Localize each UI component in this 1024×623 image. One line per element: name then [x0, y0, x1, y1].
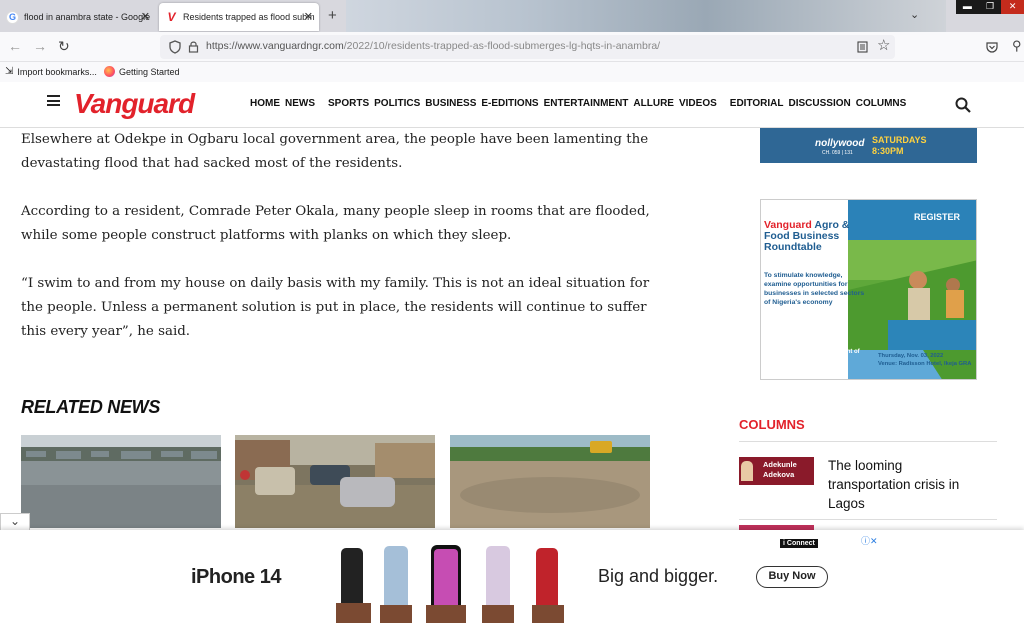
nollywood-ad[interactable]: nollywood CH. 059 | 131 SATURDAYS 8:30PM — [760, 128, 977, 163]
related-news-thumbnail[interactable] — [450, 435, 650, 528]
list-tabs-icon[interactable]: ⌄ — [910, 8, 919, 21]
import-icon: ⇲ — [5, 66, 14, 77]
menu-icon[interactable] — [47, 95, 60, 106]
nav-sports[interactable]: SPORTS — [328, 98, 369, 109]
restore-icon[interactable]: ❐ — [979, 0, 1002, 14]
article-body: Elsewhere at Odekpe in Ogbaru local gove… — [21, 128, 651, 368]
bookmark-label: Getting Started — [119, 66, 180, 77]
search-icon[interactable] — [955, 97, 971, 113]
tab-google[interactable]: G flood in anambra state - Google ✕ — [0, 3, 156, 31]
collapse-ad-icon[interactable]: ⌄ — [0, 513, 30, 530]
nav-entertainment[interactable]: ENTERTAINMENT — [544, 98, 629, 109]
nav-videos[interactable]: VIDEOS — [679, 98, 717, 109]
bookmark-label: Import bookmarks... — [17, 66, 97, 77]
ad-theme-label: Theme: — [783, 336, 808, 343]
ad-date-venue: Thursday, Nov. 03, 2022 Venue: Radisson H… — [878, 353, 976, 368]
lock-icon[interactable] — [188, 40, 199, 53]
ad-product: iPhone 14 — [191, 566, 281, 589]
main-nav: HOME NEWS SPORTS POLITICS BUSINESS E-EDI… — [250, 98, 911, 109]
ad-channel-number: CH. 059 | 131 — [822, 150, 853, 156]
ad-title: Vanguard Agro & Food Business Roundtable — [764, 220, 864, 253]
flood-image — [21, 435, 221, 528]
nav-columns[interactable]: COLUMNS — [856, 98, 907, 109]
navigation-toolbar: ← → ↻ https://www.vanguardngr.com/2022/1… — [0, 32, 1024, 62]
bottom-banner-ad[interactable]: iPhone 14 Big and bigger. Buy Now i Conn… — [0, 530, 1024, 623]
ad-theme: Incentives for the development of Nigeri… — [764, 349, 860, 371]
ad-venue: Venue: Radisson Hotel, Ikeja GRA — [878, 360, 972, 367]
related-news-heading: RELATED NEWS — [21, 397, 161, 417]
tab-bar: G flood in anambra state - Google ✕ V Re… — [0, 0, 1024, 32]
nav-business[interactable]: BUSINESS — [425, 98, 476, 109]
ad-day: SATURDAYS — [872, 135, 927, 145]
column-thumbnail[interactable]: Adekunle Adekova — [739, 457, 814, 485]
ad-tagline: Big and bigger. — [598, 566, 719, 586]
shield-icon[interactable] — [169, 40, 181, 54]
bookmark-import[interactable]: ⇲ Import bookmarks... — [5, 66, 97, 77]
bookmark-star-icon[interactable]: ☆ — [877, 36, 890, 54]
ad-choices-icon[interactable]: ⓘ✕ — [861, 534, 878, 547]
url-host: https://www.vanguardngr.com — [206, 40, 344, 52]
window-close-icon[interactable]: ✕ — [1001, 0, 1024, 14]
buy-now-button[interactable]: Buy Now — [756, 566, 828, 588]
iphones-image — [336, 545, 564, 623]
ad-time: 8:30PM — [872, 146, 904, 156]
nav-e-editions[interactable]: E-EDITIONS — [481, 98, 538, 109]
close-tab-icon[interactable]: ✕ — [304, 10, 313, 23]
flooded-street-image — [235, 435, 435, 528]
column-title[interactable]: The looming transportation crisis in Lag… — [828, 456, 988, 513]
nav-news[interactable]: NEWS — [285, 98, 315, 109]
iphone-ad[interactable]: iPhone 14 Big and bigger. Buy Now i Conn… — [146, 533, 878, 623]
article-paragraph: “I swim to and from my house on daily ba… — [21, 276, 650, 339]
divider — [739, 441, 997, 442]
bookmark-getting-started[interactable]: Getting Started — [104, 66, 180, 77]
tab-vanguard[interactable]: V Residents trapped as flood subm ✕ — [159, 3, 319, 31]
article-paragraph: Elsewhere at Odekpe in Ogbaru local gove… — [21, 132, 649, 171]
divider — [739, 519, 997, 520]
tab-title: flood in anambra state - Google — [24, 12, 151, 22]
site-logo[interactable]: Vanguard — [74, 88, 195, 120]
google-icon: G — [6, 10, 19, 24]
ad-partner: i Connect — [780, 539, 818, 548]
related-news-thumbnail[interactable] — [21, 435, 221, 528]
waterlogged-road-image — [450, 435, 650, 528]
agro-roundtable-ad[interactable]: REGISTER Vanguard Agro & Food Business R… — [760, 199, 977, 380]
columns-heading: COLUMNS — [739, 417, 805, 432]
new-tab-icon[interactable]: + — [328, 7, 337, 24]
reload-icon[interactable]: ↻ — [58, 38, 70, 55]
related-news-thumbnail[interactable] — [235, 435, 435, 528]
extensions-icon[interactable]: ⚲ — [1012, 38, 1022, 54]
site-header: Vanguard HOME NEWS SPORTS POLITICS BUSIN… — [0, 82, 1024, 128]
window-controls: ▬ ❐ ✕ — [956, 0, 1024, 14]
url-text: https://www.vanguardngr.com/2022/10/resi… — [206, 40, 660, 52]
tab-title: Residents trapped as flood subm — [183, 12, 315, 22]
nav-home[interactable]: HOME — [250, 98, 280, 109]
bookmarks-toolbar: ⇲ Import bookmarks... Getting Started — [0, 62, 1024, 82]
ad-body: To stimulate knowledge, examine opportun… — [764, 272, 865, 306]
minimize-icon[interactable]: ▬ — [956, 0, 979, 14]
close-tab-icon[interactable]: ✕ — [141, 10, 150, 23]
back-icon[interactable]: ← — [8, 38, 22, 54]
ad-channel-brand: nollywood — [815, 138, 865, 149]
address-bar[interactable]: https://www.vanguardngr.com/2022/10/resi… — [160, 35, 895, 59]
firefox-icon — [104, 66, 115, 77]
forward-icon[interactable]: → — [33, 38, 47, 54]
blurred-background — [346, 0, 946, 32]
product-label: iPhone 14 — [191, 566, 281, 588]
reader-view-icon[interactable] — [857, 41, 868, 53]
vanguard-favicon-icon: V — [167, 10, 176, 24]
article-paragraph: According to a resident, Comrade Peter O… — [21, 204, 650, 243]
url-path: /2022/10/residents-trapped-as-flood-subm… — [343, 40, 661, 52]
nav-politics[interactable]: POLITICS — [374, 98, 420, 109]
ad-date: Thursday, Nov. 03, 2022 — [878, 353, 944, 359]
nav-editorial[interactable]: EDITORIAL — [730, 98, 784, 109]
column-author: Adekunle Adekova — [763, 460, 797, 479]
author-photo — [741, 461, 753, 481]
register-label: REGISTER — [914, 212, 961, 222]
nav-discussion[interactable]: DISCUSSION — [789, 98, 851, 109]
pocket-icon[interactable] — [986, 41, 998, 53]
nav-allure[interactable]: ALLURE — [633, 98, 674, 109]
